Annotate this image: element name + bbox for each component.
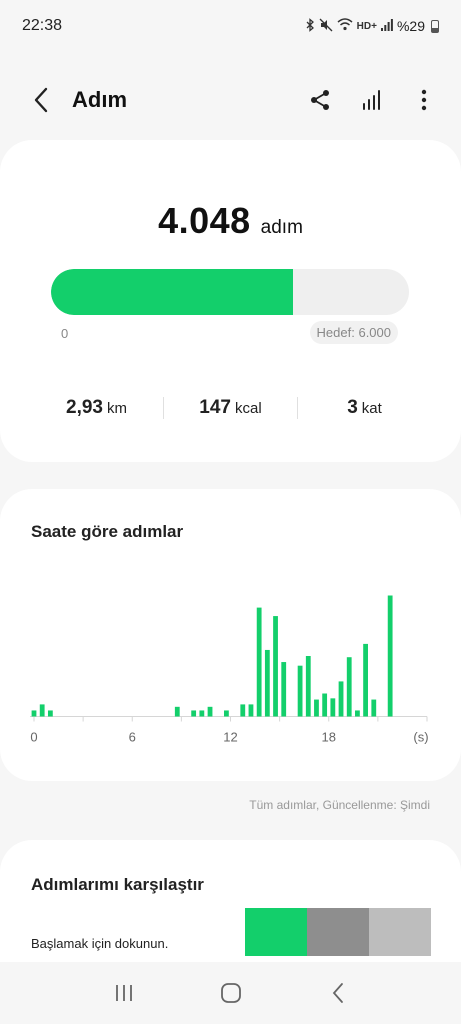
compare-description: Başlamak için dokunun. [31,936,169,951]
chart-bar[interactable] [273,616,278,717]
share-button[interactable] [305,85,335,115]
chart-tick-label: 12 [223,730,237,745]
stats-row: 2,93 km 147 kcal 3 kat [30,390,431,426]
hourly-steps-card[interactable]: Saate göre adımlar 0 6 12 18 (s) [0,489,461,781]
steps-progress-bar [51,269,409,315]
chart-bar[interactable] [191,710,197,717]
stat-distance-unit: km [106,400,127,417]
chart-bar[interactable] [314,699,319,717]
share-icon [311,90,329,110]
chart-bar[interactable] [207,706,213,717]
chart-x-unit: (s) [413,730,428,745]
back-nav-icon [332,983,343,1003]
updated-label: Tüm adımlar, Güncellenme: Şimdi [249,798,430,812]
stat-floors: 3 kat [298,397,431,419]
app-actions [305,85,439,115]
stat-calories-value: 147 [199,397,231,418]
compare-block-you [245,908,307,956]
wifi-icon [337,18,353,34]
more-vertical-icon [421,89,427,111]
chart-bar[interactable] [281,662,287,717]
chart-bar[interactable] [264,649,270,717]
chart-bar[interactable] [248,704,254,717]
app-bar: Adım [0,70,461,130]
stat-distance-value: 2,93 [66,397,103,418]
chart-bar[interactable] [322,693,328,717]
chart-bar[interactable] [174,706,180,717]
chart-tick-label: 0 [30,730,37,745]
status-time: 22:38 [22,17,63,34]
home-button[interactable] [211,973,251,1013]
chart-bar[interactable] [346,657,352,717]
goal-badge[interactable]: Hedef: 6.000 [309,321,398,344]
back-button[interactable] [26,85,56,115]
home-icon [220,983,241,1003]
chart-bar[interactable] [31,710,37,717]
steps-unit: adım [260,217,303,238]
mute-icon [319,18,333,35]
stat-distance: 2,93 km [30,397,163,419]
chart-bar[interactable] [297,665,303,717]
chart-bar[interactable] [199,710,205,717]
hourly-steps-chart[interactable]: 0 6 12 18 (s) [0,489,461,781]
status-icons: HD+ %29 [305,17,439,35]
compare-title: Adımlarımı karşılaştır [31,875,204,894]
bar-chart-icon [363,90,380,110]
chart-bar[interactable] [338,681,344,717]
steps-count: 4.048 [158,200,251,241]
back-nav-button[interactable] [318,973,358,1013]
chart-tick-label: 6 [129,730,136,745]
back-icon [34,87,48,113]
compare-graphic [245,908,431,956]
recents-button[interactable] [104,973,144,1013]
compare-block-middle [307,908,369,956]
stat-calories: 147 kcal [164,397,297,419]
stat-floors-value: 3 [347,397,358,418]
chart-bar[interactable] [355,710,360,717]
steps-count-line: 4.048 adım [0,200,461,242]
chart-bar[interactable] [371,699,377,717]
page-title: Adım [72,87,127,112]
recents-icon [115,985,132,1001]
chart-tick-label: 18 [322,730,336,745]
chart-bar[interactable] [47,710,53,717]
stat-floors-unit: kat [361,400,382,417]
chart-bar[interactable] [224,710,229,717]
chart-bar[interactable] [240,704,246,717]
more-options-button[interactable] [409,85,439,115]
chart-bar[interactable] [39,704,45,717]
signal-icon [380,18,393,34]
network-type: HD+ [356,20,377,32]
chart-bar[interactable] [330,698,336,717]
chart-bar[interactable] [363,643,368,717]
battery-percent: %29 [396,18,425,34]
status-bar: 22:38 HD+ %29 [0,0,461,52]
steps-progress-fill [51,269,293,315]
bluetooth-icon [305,17,315,35]
navigation-bar [0,962,461,1024]
stats-button[interactable] [357,85,387,115]
steps-summary-card[interactable]: 4.048 adım 0 Hedef: 6.000 2,93 km 147 kcal … [0,140,461,462]
compare-block-others [369,908,431,956]
chart-bar[interactable] [305,656,311,717]
chart-bar[interactable] [387,595,393,717]
progress-min-label: 0 [61,326,69,341]
chart-bar[interactable] [256,607,262,717]
battery-icon [431,19,439,33]
stat-calories-unit: kcal [235,400,262,417]
